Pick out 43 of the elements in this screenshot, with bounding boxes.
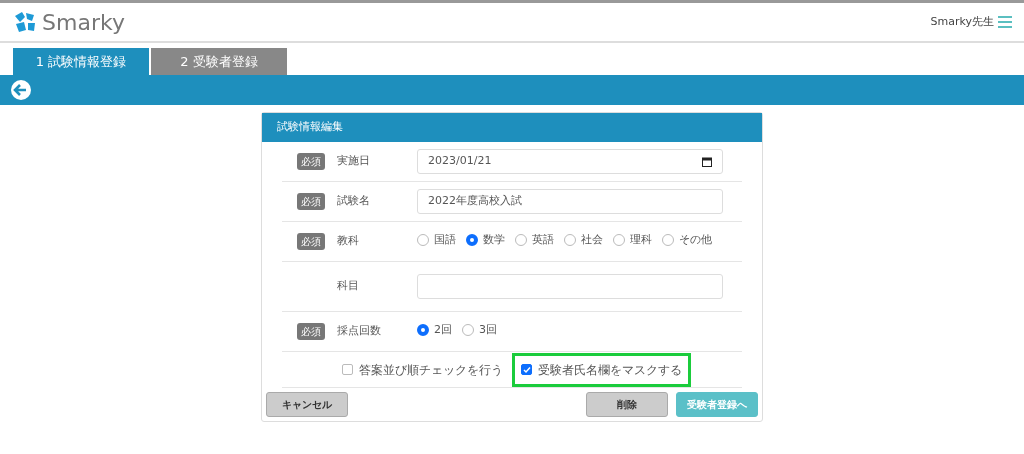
form-title: 試験情報編集 [262, 113, 762, 142]
checkbox[interactable] [521, 364, 532, 375]
back-icon[interactable] [10, 79, 32, 101]
text-field[interactable]: 2022年度高校入試 [417, 189, 723, 214]
user-name: Smarky先生 [930, 13, 994, 30]
step-tab[interactable]: 2 受験者登録 [151, 48, 287, 75]
checkbox-label: 受験者氏名欄をマスクする [538, 361, 682, 379]
required-badge: 必須 [297, 322, 325, 340]
radio-label: その他 [679, 231, 712, 248]
radio-button[interactable] [417, 323, 429, 336]
calendar-icon[interactable] [702, 156, 712, 167]
radio-button[interactable] [515, 233, 527, 246]
radio-label: 3回 [479, 321, 497, 338]
text-field[interactable] [417, 274, 723, 299]
field-label: 教科 [337, 233, 360, 250]
date-field[interactable]: 2023/01/21 [417, 149, 723, 174]
menu-icon[interactable] [998, 16, 1012, 28]
radio-label: 数学 [483, 231, 505, 248]
radio-button[interactable] [466, 233, 478, 246]
radio-button[interactable] [613, 233, 625, 246]
delete-button[interactable]: 削除 [586, 392, 668, 417]
checkbox[interactable] [342, 364, 353, 375]
radio-label: 英語 [532, 231, 554, 248]
radio-label: 理科 [630, 231, 652, 248]
field-label: 実施日 [337, 153, 371, 170]
required-badge: 必須 [297, 152, 325, 170]
required-badge: 必須 [297, 232, 325, 250]
radio-label: 2回 [434, 321, 452, 338]
logo-text: Smarky [42, 8, 125, 37]
step-tab[interactable]: 1 試験情報登録 [13, 48, 149, 75]
cancel-button[interactable]: キャンセル [266, 392, 348, 417]
field-label: 試験名 [337, 193, 371, 210]
logo-icon [12, 10, 38, 34]
radio-button[interactable] [662, 233, 674, 246]
field-label: 採点回数 [337, 323, 382, 340]
radio-label: 社会 [581, 231, 603, 248]
required-badge: 必須 [297, 192, 325, 210]
radio-label: 国語 [434, 231, 456, 248]
field-label: 科目 [337, 278, 360, 295]
radio-button[interactable] [564, 233, 576, 246]
radio-button[interactable] [417, 233, 429, 246]
radio-button[interactable] [462, 323, 474, 336]
checkbox-label: 答案並び順チェックを行う [359, 361, 503, 379]
